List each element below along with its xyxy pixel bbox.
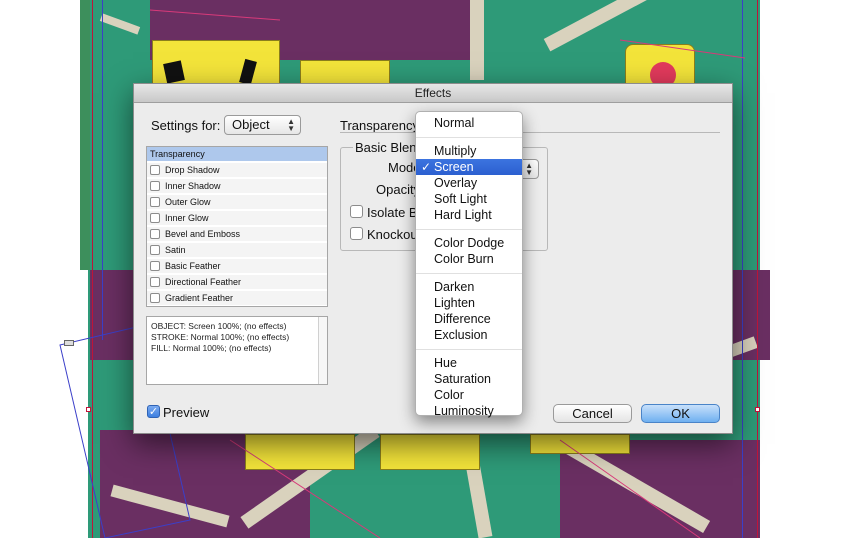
settings-for-label: Settings for: — [151, 118, 221, 133]
effect-item[interactable]: Inner Shadow — [147, 179, 327, 194]
blend-mode-option[interactable]: Darken — [416, 279, 522, 295]
blend-mode-label: Lighten — [434, 296, 476, 310]
blend-mode-option[interactable]: Color — [416, 387, 522, 403]
checkmark-icon: ✓ — [421, 160, 432, 174]
effect-checkbox[interactable] — [150, 229, 160, 239]
effect-label: Gradient Feather — [165, 293, 234, 303]
knockout-group-label: Knockout — [367, 227, 422, 242]
frame-handle[interactable] — [86, 407, 91, 412]
dialog-title: Effects — [134, 84, 732, 103]
isolate-blending-label: Isolate Bl — [367, 205, 421, 220]
opacity-label: Opacity — [376, 182, 421, 197]
blend-mode-label: Hue — [434, 356, 457, 370]
effect-label: Inner Shadow — [165, 181, 221, 191]
blend-mode-option[interactable]: ✓ Screen — [416, 159, 522, 175]
effect-item[interactable]: Basic Feather — [147, 259, 327, 274]
blend-mode-option[interactable]: Hue — [416, 355, 522, 371]
blend-mode-option[interactable]: Color Dodge — [416, 235, 522, 251]
blend-mode-option[interactable]: Hard Light — [416, 207, 522, 223]
effect-label: Bevel and Emboss — [165, 229, 241, 239]
effect-checkbox[interactable] — [150, 293, 160, 303]
effect-item[interactable]: Inner Glow — [147, 211, 327, 226]
blend-mode-label: Difference — [434, 312, 491, 326]
section-title: Transparency — [340, 118, 419, 133]
blend-mode-label: Soft Light — [434, 192, 487, 206]
blend-mode-option[interactable]: Soft Light — [416, 191, 522, 207]
preview-label: Preview — [163, 405, 210, 420]
effect-label: Satin — [165, 245, 186, 255]
blend-mode-label: Darken — [434, 280, 475, 294]
summary-line-stroke: STROKE: Normal 100%; (no effects) — [151, 332, 290, 342]
effect-checkbox[interactable] — [150, 261, 160, 271]
blend-mode-option[interactable]: Saturation — [416, 371, 522, 387]
settings-for-select[interactable]: Object ▲ ▼ — [224, 115, 301, 135]
blend-mode-label: Exclusion — [434, 328, 488, 342]
blend-mode-option[interactable]: Normal — [416, 115, 522, 131]
blend-mode-label: Hard Light — [434, 208, 492, 222]
blend-mode-label: Color Dodge — [434, 236, 505, 250]
effect-checkbox[interactable] — [150, 277, 160, 287]
cancel-button[interactable]: Cancel — [553, 404, 632, 423]
blend-mode-option[interactable]: Overlay — [416, 175, 522, 191]
section-divider — [340, 132, 720, 133]
summary-scrollbar[interactable] — [318, 317, 327, 384]
preview-checkbox[interactable]: ✓ — [147, 405, 160, 418]
blend-mode-option[interactable]: Exclusion — [416, 327, 522, 343]
blend-mode-option[interactable]: Difference — [416, 311, 522, 327]
effect-item[interactable]: Bevel and Emboss — [147, 227, 327, 242]
menu-separator — [416, 349, 522, 350]
effect-checkbox[interactable] — [150, 181, 160, 191]
blend-mode-option[interactable]: Color Burn — [416, 251, 522, 267]
effect-item[interactable]: Transparency — [147, 147, 327, 162]
effect-item[interactable]: Outer Glow — [147, 195, 327, 210]
knockout-group-checkbox[interactable] — [350, 227, 363, 240]
ok-button[interactable]: OK — [641, 404, 720, 423]
blend-mode-label: Luminosity — [434, 404, 494, 418]
effect-label: Inner Glow — [165, 213, 209, 223]
effects-list: Transparency Drop Shadow Inner Shadow Outer… — [146, 146, 328, 307]
settings-for-value: Object — [232, 117, 270, 132]
effect-label: Transparency — [150, 149, 205, 159]
menu-separator — [416, 137, 522, 138]
effect-label: Outer Glow — [165, 197, 211, 207]
blend-mode-label: Color Burn — [434, 252, 494, 266]
blend-mode-menu: Normal Multiply ✓ Screen Overlay Soft Light Ha… — [415, 111, 523, 419]
isolate-blending-checkbox[interactable] — [350, 205, 363, 218]
blend-mode-label: Saturation — [434, 372, 491, 386]
effect-checkbox[interactable] — [150, 245, 160, 255]
blend-mode-option[interactable]: Lighten — [416, 295, 522, 311]
effect-checkbox[interactable] — [150, 213, 160, 223]
blend-mode-label: Normal — [434, 116, 475, 130]
menu-separator — [416, 273, 522, 274]
summary-line-fill: FILL: Normal 100%; (no effects) — [151, 343, 272, 353]
blend-mode-label: Color — [434, 388, 464, 402]
effect-item[interactable]: Satin — [147, 243, 327, 258]
blend-mode-label: Multiply — [434, 144, 477, 158]
summary-line-object: OBJECT: Screen 100%; (no effects) — [151, 321, 287, 331]
effect-label: Directional Feather — [165, 277, 242, 287]
effect-item[interactable]: Directional Feather — [147, 275, 327, 290]
frame-handle[interactable] — [64, 340, 74, 346]
effects-summary: OBJECT: Screen 100%; (no effects) STROKE… — [146, 316, 328, 385]
effect-item[interactable]: Gradient Feather — [147, 291, 327, 306]
menu-separator — [416, 229, 522, 230]
effect-label: Basic Feather — [165, 261, 221, 271]
blend-mode-option[interactable]: Luminosity — [416, 403, 522, 419]
frame-handle[interactable] — [755, 407, 760, 412]
chevron-up-down-icon: ▲ ▼ — [287, 117, 295, 133]
chevron-up-down-icon: ▲ ▼ — [525, 161, 533, 177]
effect-label: Drop Shadow — [165, 165, 220, 175]
effect-item[interactable]: Drop Shadow — [147, 163, 327, 178]
blend-mode-label: Overlay — [434, 176, 478, 190]
effect-checkbox[interactable] — [150, 197, 160, 207]
blend-mode-label: Screen — [434, 160, 474, 174]
effect-checkbox[interactable] — [150, 165, 160, 175]
blend-mode-option[interactable]: Multiply — [416, 143, 522, 159]
